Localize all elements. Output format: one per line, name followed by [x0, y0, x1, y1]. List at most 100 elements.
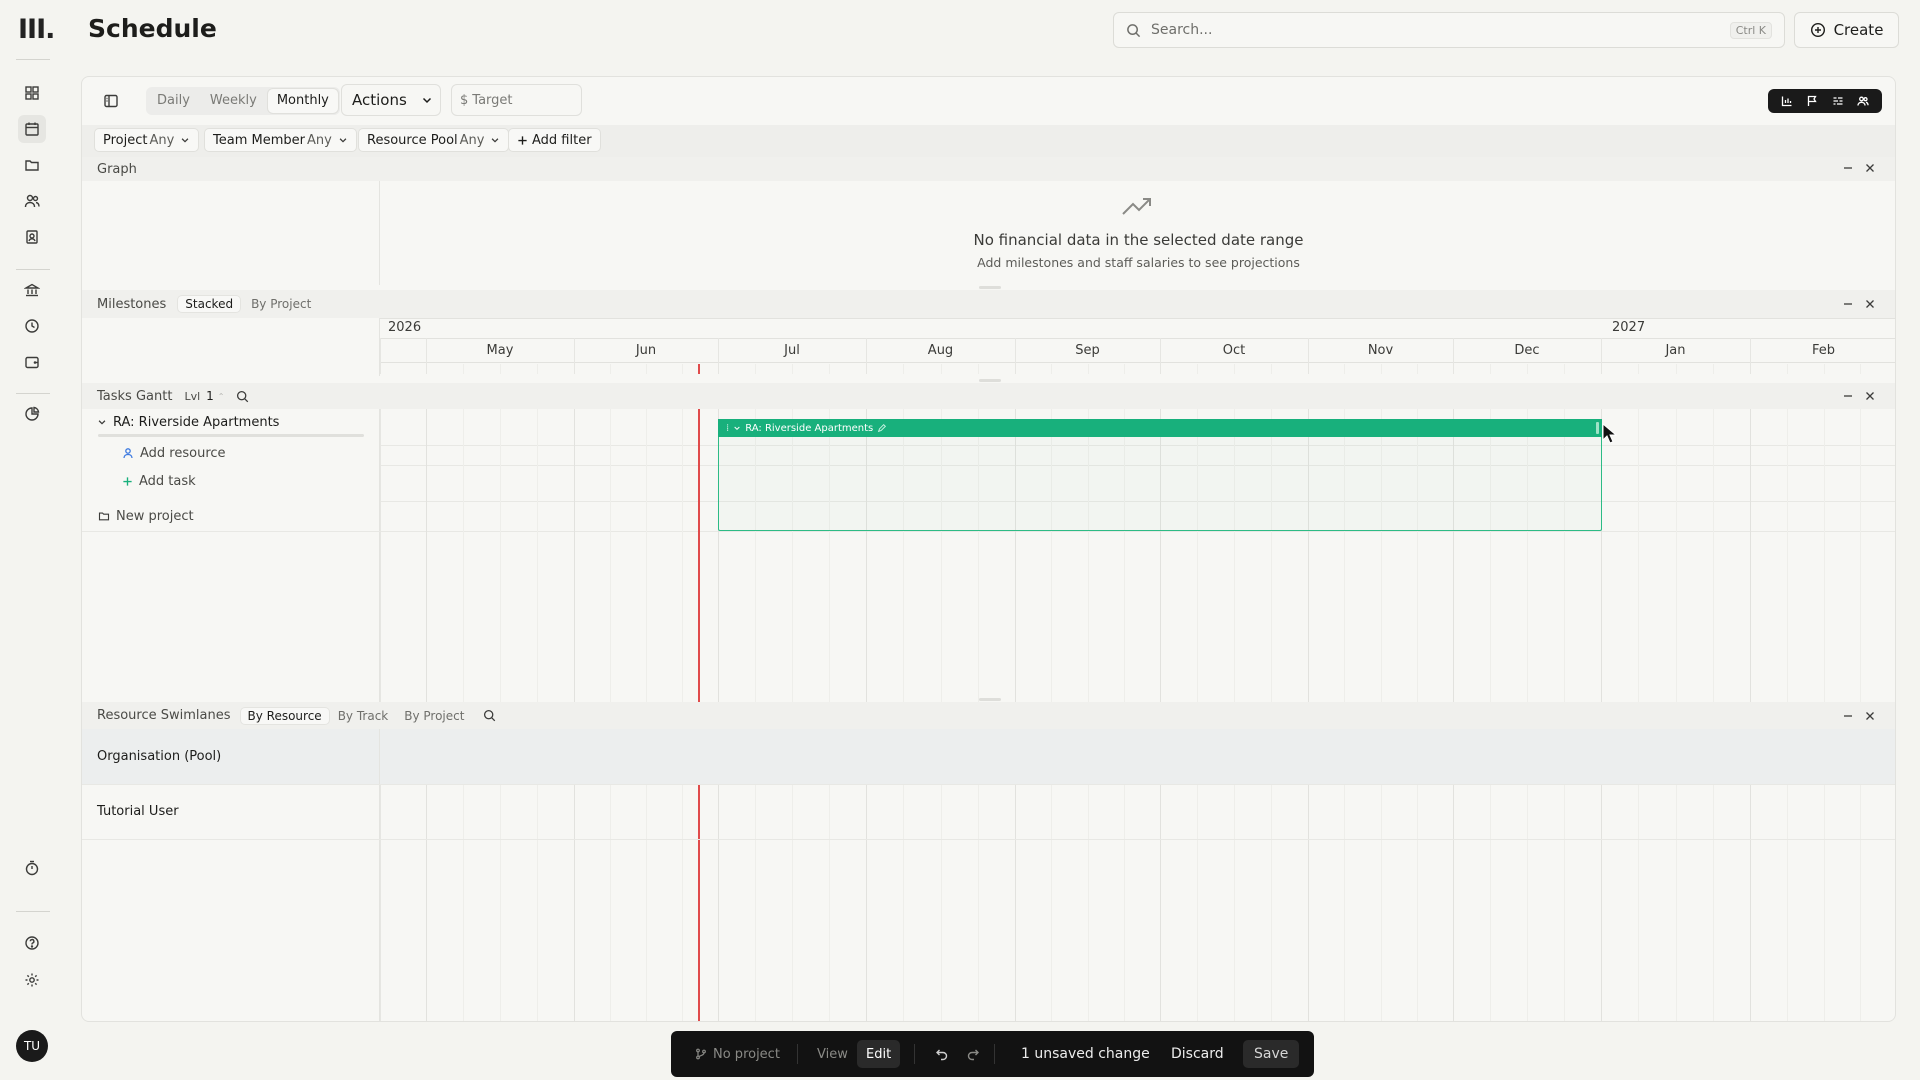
filter-value: Any: [459, 132, 485, 148]
week-gridline: [1381, 364, 1382, 374]
swimlane-label: Tutorial User: [97, 804, 179, 819]
add-task-button[interactable]: Add task: [82, 467, 380, 495]
settings-icon[interactable]: [18, 966, 46, 994]
project-gantt-bar[interactable]: ⁞ RA: Riverside Apartments: [718, 419, 1602, 437]
new-project-button[interactable]: New project: [82, 503, 380, 529]
team-icon[interactable]: [18, 187, 46, 215]
minimize-icon[interactable]: [1841, 389, 1855, 403]
week-gridline: [1787, 364, 1788, 374]
view-monthly[interactable]: Monthly: [267, 89, 338, 113]
resize-handle[interactable]: [1596, 422, 1599, 434]
level-stepper-icon[interactable]: ⌃: [218, 392, 225, 401]
drag-handle-icon[interactable]: ⁞: [726, 423, 729, 434]
week-gridline: [1824, 364, 1825, 374]
close-icon[interactable]: [1863, 161, 1877, 175]
project-row[interactable]: RA: Riverside Apartments: [82, 409, 380, 435]
resize-handle[interactable]: [979, 286, 1001, 289]
minimize-icon[interactable]: [1841, 709, 1855, 723]
filter-label: Resource Pool: [367, 132, 458, 148]
month-label: Aug: [927, 343, 954, 358]
app-logo[interactable]: III.: [18, 14, 55, 45]
resize-handle[interactable]: [979, 698, 1001, 701]
week-gridline: [978, 364, 979, 374]
people-icon[interactable]: [1857, 95, 1869, 107]
filter-bar: Project Any Team Member Any Resource Poo…: [82, 125, 1895, 157]
search-input[interactable]: Search... Ctrl K: [1113, 12, 1785, 48]
resource-pool-filter[interactable]: Resource Pool Any: [358, 128, 510, 152]
folder-icon[interactable]: [18, 151, 46, 179]
search-icon[interactable]: [236, 390, 249, 403]
week-gridline: [903, 364, 904, 374]
project-filter[interactable]: Project Any: [94, 128, 200, 152]
contacts-icon[interactable]: [18, 223, 46, 251]
milestones-title: Milestones: [97, 296, 167, 312]
add-resource-button[interactable]: Add resource: [82, 439, 380, 467]
clock-icon[interactable]: [18, 312, 46, 340]
user-avatar[interactable]: TU: [16, 1030, 48, 1062]
chevron-down-icon: [180, 135, 190, 145]
task-list-icon[interactable]: [1832, 95, 1844, 107]
sidebar-divider: [16, 393, 50, 394]
milestones-header: Milestones Stacked By Project: [82, 290, 1895, 318]
view-mode-button[interactable]: View: [817, 1031, 848, 1077]
swimlanes-mode-by-resource[interactable]: By Resource: [240, 707, 329, 724]
search-shortcut: Ctrl K: [1729, 21, 1772, 39]
week-gridline: [1417, 364, 1418, 374]
swimlanes-mode-by-project[interactable]: By Project: [397, 708, 471, 724]
wallet-icon[interactable]: [18, 348, 46, 376]
gantt-row-line: [380, 531, 1895, 532]
graph-left-column: [82, 181, 380, 285]
team-member-filter[interactable]: Team Member Any: [204, 128, 357, 152]
resize-handle[interactable]: [979, 379, 1001, 382]
unsaved-changes-label: 1 unsaved change: [1021, 1046, 1150, 1062]
view-weekly[interactable]: Weekly: [201, 89, 266, 113]
month-label: Jul: [784, 343, 800, 358]
target-input[interactable]: $ Target: [451, 84, 582, 116]
milestones-mode-stacked[interactable]: Stacked: [178, 296, 241, 312]
milestones-mode-by-project[interactable]: By Project: [244, 296, 318, 312]
redo-icon[interactable]: [966, 1031, 980, 1077]
sidebar-toggle-icon[interactable]: [102, 92, 120, 110]
actions-dropdown[interactable]: Actions: [341, 84, 441, 116]
pie-chart-icon[interactable]: [18, 400, 46, 428]
minimize-icon[interactable]: [1841, 161, 1855, 175]
create-button[interactable]: Create: [1794, 12, 1899, 48]
chart-icon[interactable]: [1781, 95, 1793, 107]
pencil-icon[interactable]: [877, 423, 887, 433]
project-bar-label: RA: Riverside Apartments: [745, 422, 874, 434]
close-icon[interactable]: [1863, 709, 1877, 723]
chevron-down-icon[interactable]: [97, 417, 107, 427]
edit-mode-button[interactable]: Edit: [857, 1040, 901, 1068]
chevron-down-icon[interactable]: [733, 424, 741, 432]
chevron-down-icon: [490, 135, 500, 145]
help-icon[interactable]: [18, 929, 46, 957]
view-daily[interactable]: Daily: [148, 89, 199, 113]
add-filter-label: Add filter: [532, 132, 592, 148]
close-icon[interactable]: [1863, 389, 1877, 403]
discard-button[interactable]: Discard: [1171, 1031, 1224, 1077]
swimlane-row[interactable]: Organisation (Pool): [82, 729, 380, 784]
project-selector[interactable]: No project: [695, 1031, 780, 1077]
bank-icon[interactable]: [18, 276, 46, 304]
flag-icon[interactable]: [1806, 95, 1818, 107]
filter-value: Any: [306, 132, 332, 148]
search-icon[interactable]: [483, 709, 496, 722]
divider: [82, 531, 380, 532]
folder-icon: [98, 510, 110, 522]
milestones-left-column: [82, 318, 380, 376]
add-filter-button[interactable]: Add filter: [508, 128, 601, 152]
schedule-toolbar: Daily Weekly Monthly Actions $ Target: [82, 77, 1895, 125]
level-value[interactable]: 1: [206, 389, 214, 403]
dashboard-icon[interactable]: [18, 79, 46, 107]
edit-action-bar: No project View Edit 1 unsaved change Di…: [671, 1031, 1314, 1077]
swimlane-row[interactable]: Tutorial User: [82, 784, 380, 839]
minimize-icon[interactable]: [1841, 297, 1855, 311]
save-button[interactable]: Save: [1243, 1040, 1300, 1068]
undo-icon[interactable]: [935, 1031, 949, 1077]
timer-icon[interactable]: [18, 854, 46, 882]
swimlanes-mode-by-track[interactable]: By Track: [331, 708, 396, 724]
close-icon[interactable]: [1863, 297, 1877, 311]
calendar-icon[interactable]: [18, 115, 46, 143]
divider: [914, 1044, 915, 1064]
week-gridline: [1564, 364, 1565, 374]
